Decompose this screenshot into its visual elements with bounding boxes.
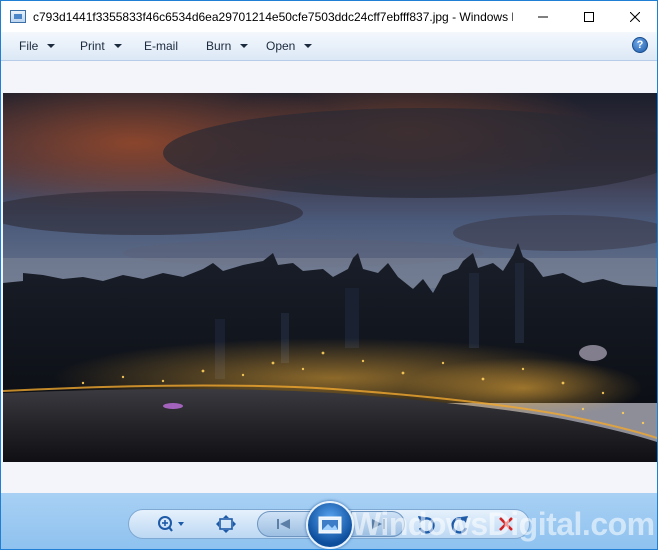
help-icon[interactable]: ? (632, 37, 648, 53)
image-viewer-area (1, 61, 657, 493)
maximize-icon (584, 11, 594, 22)
rotate-counterclockwise-icon (418, 516, 435, 534)
menu-file-label: File (19, 39, 39, 53)
city-skyline-image (3, 93, 657, 462)
rotate-counterclockwise-button[interactable] (415, 513, 437, 535)
photo-viewer-window: c793d1441f3355833f46c6534d6ea29701214e50… (0, 0, 658, 550)
maximize-button[interactable] (566, 1, 612, 32)
previous-button[interactable] (257, 511, 311, 537)
delete-icon (499, 517, 513, 531)
title-bar[interactable]: c793d1441f3355833f46c6534d6ea29701214e50… (1, 1, 657, 32)
menu-print-label: Print (80, 39, 105, 53)
zoom-button[interactable] (153, 513, 189, 535)
slideshow-icon (318, 516, 342, 534)
chevron-down-icon (113, 44, 122, 48)
previous-icon (277, 519, 290, 529)
chevron-down-icon (240, 44, 249, 48)
next-button[interactable] (351, 511, 405, 537)
menu-email-label: E-mail (144, 39, 179, 53)
menu-burn[interactable]: Burn (206, 32, 249, 60)
window-title: c793d1441f3355833f46c6534d6ea29701214e50… (33, 9, 513, 24)
slideshow-button[interactable] (306, 501, 354, 549)
actual-size-button[interactable] (213, 513, 239, 535)
menu-email[interactable]: E-mail (144, 32, 178, 60)
rotate-clockwise-button[interactable] (449, 513, 471, 535)
chevron-down-icon (47, 44, 56, 48)
menu-print[interactable]: Print (80, 32, 122, 60)
chevron-down-icon (304, 44, 313, 48)
menu-open[interactable]: Open (266, 32, 313, 60)
menu-bar: File Print E-mail Burn Open ? (1, 32, 657, 61)
city-night-photo (3, 93, 657, 462)
zoom-icon (158, 516, 184, 532)
menu-open-label: Open (266, 39, 296, 53)
minimize-icon (538, 16, 548, 17)
delete-button[interactable] (495, 513, 517, 535)
menu-burn-label: Burn (206, 39, 232, 53)
actual-size-icon (216, 515, 236, 533)
next-icon (372, 519, 385, 529)
photo-viewer-app-icon (10, 10, 26, 23)
close-button[interactable] (612, 1, 657, 32)
minimize-button[interactable] (520, 1, 566, 32)
close-icon (630, 11, 640, 22)
menu-file[interactable]: File (19, 32, 56, 60)
rotate-clockwise-icon (451, 516, 468, 534)
